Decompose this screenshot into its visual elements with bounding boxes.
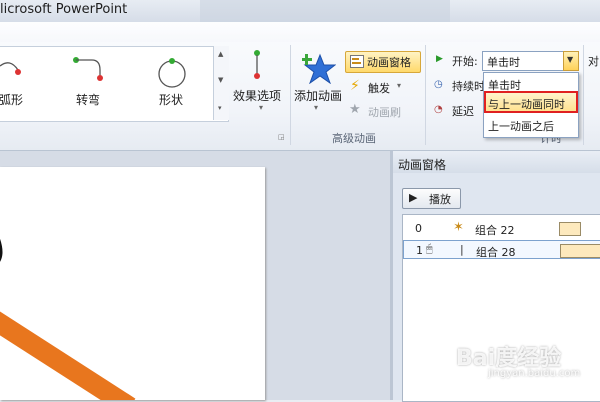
dropdown-option-after-previous[interactable]: 上一动画之后 (488, 118, 554, 134)
group-separator (290, 45, 291, 145)
turn-path-icon (73, 57, 103, 81)
item-number: 0 (415, 222, 422, 235)
animation-pane-title: 动画窗格 (398, 158, 447, 172)
trigger-icon: ⚡ (350, 78, 360, 94)
group-separator (583, 45, 584, 145)
gallery-item-shape[interactable]: 形状 (159, 91, 183, 108)
highlight-annotation-box (484, 91, 578, 113)
gallery-scrollbar[interactable]: ▲ ▼ ▾ (213, 46, 229, 120)
start-combobox-value: 单击时 (487, 56, 520, 69)
dialog-launcher-icon[interactable]: ◲ (278, 133, 285, 141)
effect-options-dropdown-icon[interactable]: ▾ (259, 103, 263, 112)
animation-painter-icon: ★ (349, 102, 361, 117)
arc-path-icon (0, 62, 21, 75)
animation-list-item[interactable]: 0 ✶ 组合 22 (403, 219, 600, 238)
gallery-down-icon[interactable]: ▼ (218, 76, 223, 84)
gallery-item-arc[interactable]: 弧形 (0, 91, 23, 108)
advanced-animation-group-label: 高级动画 (332, 132, 376, 145)
effect-options-button[interactable]: 效果选项 (233, 87, 281, 104)
item-name: 组合 22 (475, 224, 515, 237)
star-effect-icon: ✶ (453, 220, 464, 235)
delay-clock-icon: ◔ (434, 104, 443, 115)
gallery-more-icon[interactable]: ▾ (218, 104, 222, 112)
add-animation-dropdown-icon[interactable]: ▾ (314, 103, 318, 112)
ribbon-tabs-blur (0, 22, 600, 42)
play-button[interactable]: ▶ 播放 (402, 188, 461, 209)
timeline-bar (559, 222, 581, 236)
add-animation-icon (302, 53, 336, 84)
group-separator (425, 45, 426, 145)
start-combobox-dropdown[interactable]: ▼ (563, 51, 579, 71)
start-label: 开始: (452, 55, 478, 68)
timeline-bar (560, 244, 600, 258)
animation-pane-icon (350, 55, 364, 68)
start-play-icon: ▶ (436, 54, 443, 64)
orange-line-shape (0, 311, 136, 400)
chevron-down-icon: ▼ (567, 55, 574, 64)
animation-list-item[interactable]: 1 🖱 | 组合 28 (403, 240, 600, 259)
shape-path-icon (158, 58, 186, 88)
item-name: 组合 28 (476, 246, 516, 259)
effect-options-icon (254, 50, 260, 79)
delay-label: 延迟 (452, 105, 474, 118)
reorder-label: 对 (588, 55, 599, 68)
animation-painter-button[interactable]: 动画刷 (368, 104, 401, 120)
duration-label: 持续时 (452, 80, 485, 93)
slide-shapes (0, 239, 136, 400)
animation-pane-button[interactable]: 动画窗格 (345, 51, 421, 73)
play-label: 播放 (429, 193, 451, 206)
mouse-click-icon: 🖱 (426, 242, 433, 255)
title-bar-blur (200, 0, 450, 22)
trigger-dropdown-icon[interactable]: ▾ (397, 81, 401, 90)
animation-pane-label: 动画窗格 (367, 56, 411, 69)
gallery-up-icon[interactable]: ▲ (218, 50, 223, 58)
add-animation-button[interactable]: 添加动画 (294, 87, 342, 104)
item-number: 1 (416, 244, 423, 257)
watermark-url: jingyan.baidu.com (488, 368, 581, 379)
app-title: licrosoft PowerPoint (0, 2, 128, 17)
play-icon: ▶ (409, 191, 418, 204)
trigger-button[interactable]: 触发 (368, 80, 390, 96)
text-cursor-icon: | (460, 243, 464, 256)
gallery-item-turn[interactable]: 转弯 (76, 91, 100, 108)
black-shape (0, 239, 3, 262)
gallery-icons (0, 57, 186, 88)
duration-clock-icon: ◷ (434, 79, 443, 90)
